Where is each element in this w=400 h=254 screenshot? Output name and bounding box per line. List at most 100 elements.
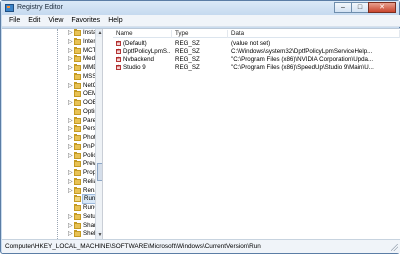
string-value-icon	[116, 48, 121, 54]
folder-icon	[74, 177, 81, 185]
folder-icon	[74, 46, 81, 54]
tree-item[interactable]: Run	[2, 194, 98, 205]
value-type: REG_SZ	[175, 40, 200, 47]
tree-item[interactable]: ▷ Proper	[2, 169, 102, 177]
tree-item[interactable]: ▷ Media	[2, 55, 100, 63]
tree-item[interactable]: ▷ Interne	[2, 37, 102, 46]
expand-arrow-icon[interactable]: ▷	[68, 100, 73, 106]
column-data-header[interactable]: Data	[228, 30, 400, 38]
expand-arrow-icon	[68, 196, 73, 202]
value-name: Nvbackend	[123, 56, 154, 63]
registry-editor-window: Registry Editor – □ ✕ File Edit View Fav…	[0, 0, 400, 254]
close-button[interactable]: ✕	[368, 2, 396, 13]
expand-arrow-icon[interactable]: ▷	[68, 126, 73, 132]
folder-icon	[74, 142, 81, 150]
maximize-button[interactable]: □	[351, 2, 369, 13]
scroll-down-arrow-icon[interactable]: ▼	[96, 231, 102, 239]
string-value-icon	[116, 40, 121, 46]
column-type-header[interactable]: Type	[172, 30, 228, 38]
tree-item[interactable]: ▷ Parenta	[2, 116, 102, 125]
expand-arrow-icon[interactable]: ▷	[68, 153, 73, 159]
tree-item[interactable]: ▷ Person	[2, 125, 102, 133]
values-list: Name Type Data (Default) REG_SZ (value not…	[113, 29, 400, 239]
window-controls: – □ ✕	[334, 2, 396, 14]
folder-icon	[74, 160, 81, 168]
menu-view[interactable]: View	[44, 17, 67, 24]
status-bar: Computer\HKEY_LOCAL_MACHINE\SOFTWARE\Mic…	[2, 239, 400, 253]
folder-icon	[74, 99, 81, 106]
expand-arrow-icon[interactable]: ▷	[68, 65, 73, 71]
expand-arrow-icon[interactable]: ▷	[68, 30, 73, 36]
resize-grip-icon[interactable]	[391, 244, 398, 251]
tree-item[interactable]: ▷ PhotoP	[2, 134, 102, 142]
expand-arrow-icon[interactable]: ▷	[68, 48, 73, 54]
tree-item[interactable]: ▷ OOBE	[2, 99, 101, 107]
expand-arrow-icon	[68, 161, 73, 167]
folder-icon	[74, 186, 81, 194]
tree-item[interactable]: ▷ Installe	[2, 29, 102, 37]
value-name: Studio 9	[123, 64, 146, 71]
tree-item[interactable]: Preview	[2, 160, 102, 168]
value-type: REG_SZ	[175, 56, 200, 63]
main-content: ▷ Installe ▷ Interne ▷ MCT ▷ Media ▷ MMDe MSSHA ▷ Ne…	[2, 28, 400, 239]
expand-arrow-icon	[68, 109, 73, 115]
tree-item[interactable]: MSSHA	[2, 72, 102, 81]
tree-item[interactable]: ▷Shell Ex	[2, 230, 102, 238]
folder-icon	[74, 212, 81, 220]
folder-icon	[74, 90, 81, 98]
registry-value-row[interactable]: (Default) REG_SZ (value not set)	[113, 40, 400, 48]
expand-arrow-icon[interactable]: ▷	[68, 170, 73, 176]
tree-item[interactable]: RunOn	[2, 204, 102, 212]
registry-value-row[interactable]: Nvbackend REG_SZ "C:\Program Files (x86)\N…	[113, 56, 400, 64]
expand-arrow-icon[interactable]: ▷	[68, 188, 73, 194]
folder-icon	[74, 64, 81, 71]
expand-arrow-icon[interactable]: ▷	[68, 231, 73, 237]
tree-item[interactable]: ▷ MCT	[2, 46, 96, 55]
expand-arrow-icon	[68, 91, 73, 97]
menu-bar: File Edit View Favorites Help	[2, 15, 400, 27]
expand-arrow-icon[interactable]: ▷	[68, 56, 73, 62]
column-name-header[interactable]: Name	[113, 30, 172, 38]
folder-icon	[74, 81, 81, 89]
folder-icon	[74, 134, 81, 141]
tree-item[interactable]: ▷ Setup	[2, 212, 99, 221]
registry-value-row[interactable]: DptfPolicyLpmS... REG_SZ C:\Windows\system…	[113, 48, 400, 56]
tree-item[interactable]: ▷ MMDe	[2, 64, 101, 72]
tree-item[interactable]: ▷ Renam	[2, 186, 102, 195]
menu-file[interactable]: File	[5, 17, 24, 24]
column-header-row: Name Type Data	[113, 29, 400, 38]
tree-item[interactable]: ▷ Policies	[2, 151, 102, 160]
tree-scrollbar[interactable]: ▲ ▼	[95, 29, 102, 239]
expand-arrow-icon[interactable]: ▷	[68, 223, 73, 229]
menu-edit[interactable]: Edit	[24, 17, 44, 24]
tree-item[interactable]: OEMIn	[2, 90, 102, 98]
value-data: "C:\Program Files (x86)\NVIDIA Corporati…	[231, 56, 374, 63]
folder-icon	[74, 125, 81, 133]
folder-icon	[74, 230, 81, 238]
folder-icon	[74, 204, 81, 211]
string-value-icon	[116, 64, 121, 70]
expand-arrow-icon[interactable]: ▷	[68, 118, 73, 124]
expand-arrow-icon[interactable]: ▷	[68, 214, 73, 220]
tree-item[interactable]: ▷ NetCac	[2, 81, 102, 90]
expand-arrow-icon[interactable]: ▷	[68, 179, 73, 185]
registry-value-row[interactable]: Studio 9 REG_SZ "C:\Program Files (x86)\Sp…	[113, 64, 400, 72]
tree-item[interactable]: Optimi	[2, 107, 101, 116]
expand-arrow-icon[interactable]: ▷	[68, 39, 73, 45]
expand-arrow-icon[interactable]: ▷	[68, 144, 73, 150]
string-value-icon	[116, 56, 121, 62]
registry-app-icon	[5, 4, 14, 12]
title-bar[interactable]: Registry Editor – □ ✕	[1, 1, 399, 15]
menu-help[interactable]: Help	[104, 17, 126, 24]
expand-arrow-icon[interactable]: ▷	[68, 135, 73, 141]
folder-icon	[74, 151, 81, 159]
pane-splitter[interactable]	[103, 29, 113, 239]
minimize-button[interactable]: –	[334, 2, 352, 13]
tree-item[interactable]: ▷ Shared	[2, 221, 102, 230]
tree-item[interactable]: ▷ PnPSys	[2, 142, 102, 151]
value-data: (value not set)	[231, 40, 271, 47]
tree-item[interactable]: ▷ Reliabi	[2, 177, 102, 186]
expand-arrow-icon[interactable]: ▷	[68, 83, 73, 89]
scroll-up-arrow-icon[interactable]: ▲	[96, 29, 102, 37]
menu-favorites[interactable]: Favorites	[67, 17, 104, 24]
